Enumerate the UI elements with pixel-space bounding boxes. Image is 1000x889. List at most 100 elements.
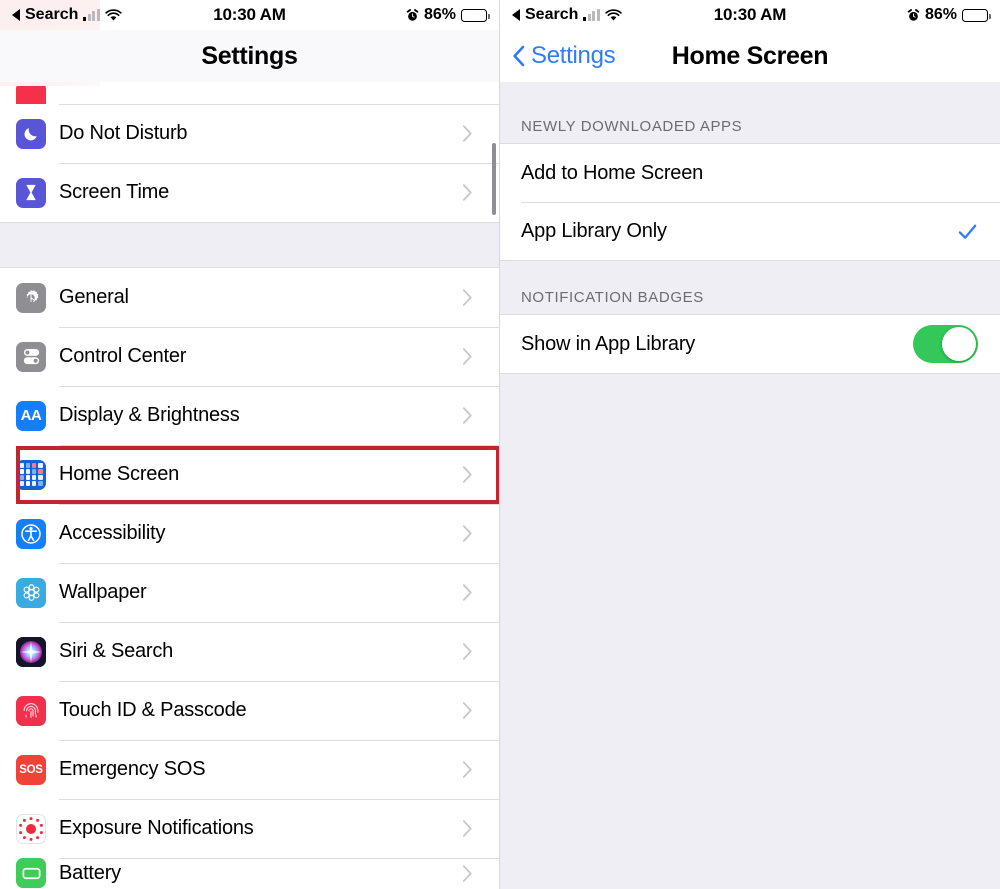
siri-icon [16,636,46,667]
scroll-indicator[interactable] [492,143,496,215]
alarm-clock-icon [907,8,920,21]
checkmark-icon [958,224,977,239]
status-bar-left-cluster: Search [12,6,213,24]
chevron-right-icon [462,761,472,778]
fingerprint-icon [16,695,46,726]
section-header-newly-downloaded-apps: NEWLY DOWNLOADED APPS [500,82,1000,143]
back-button-label: Settings [531,42,616,69]
battery-percent-label: 86% [423,6,457,23]
chevron-right-icon [462,466,472,483]
partial-red-icon [16,82,46,104]
group-newly-downloaded-apps: Add to Home Screen App Library Only [500,143,1000,261]
status-bar-time: 10:30 AM [713,5,787,24]
list-item-partial[interactable] [0,82,499,104]
back-triangle-icon[interactable] [12,9,20,21]
option-label: App Library Only [521,219,667,242]
carrier-back-label[interactable]: Search [25,6,78,24]
signal-bars-icon [583,9,600,21]
carrier-back-label[interactable]: Search [525,6,578,24]
back-button[interactable]: Settings [500,42,616,70]
sidebar-item-label: Battery [59,861,121,884]
sidebar-item-label: Emergency SOS [59,758,206,780]
sidebar-item-label: Screen Time [59,181,170,203]
sidebar-item-exposure-notifications[interactable]: Exposure Notifications [0,799,499,858]
sidebar-item-label: Display & Brightness [59,404,240,426]
chevron-right-icon [462,184,472,201]
chevron-right-icon [462,864,472,882]
sidebar-item-label: Control Center [59,345,187,367]
exposure-icon [16,813,46,844]
home-screen-grid-icon [16,459,46,490]
chevron-right-icon [462,348,472,365]
chevron-right-icon [462,643,472,660]
sidebar-item-label: Accessibility [59,522,166,544]
sidebar-item-label: General [59,286,129,308]
sidebar-item-accessibility[interactable]: Accessibility [0,504,499,563]
wifi-icon [605,8,622,21]
back-triangle-icon[interactable] [512,9,520,21]
status-bar-left-cluster: Search [512,6,714,24]
option-label: Add to Home Screen [521,161,704,184]
sidebar-item-display-brightness[interactable]: AA Display & Brightness [0,386,499,445]
sidebar-item-control-center[interactable]: Control Center [0,327,499,386]
sidebar-item-label: Do Not Disturb [59,122,188,144]
status-bar-time: 10:30 AM [213,5,286,24]
sidebar-item-battery[interactable]: Battery [0,858,499,888]
section-gap [0,222,499,268]
status-bar-right-cluster: 86% [786,6,992,24]
navbar-home-screen: Settings Home Screen [500,30,1000,82]
sidebar-item-home-screen[interactable]: Home Screen [0,445,499,504]
page-title: Settings [201,41,298,70]
chevron-left-icon [513,45,525,67]
navbar-settings: Settings [0,30,499,82]
sidebar-item-emergency-sos[interactable]: SOS Emergency SOS [0,740,499,799]
home-screen-settings-body: NEWLY DOWNLOADED APPS Add to Home Screen… [500,82,1000,889]
battery-percent-label: 86% [924,6,958,23]
status-bar-left: Search 10:30 AM 86% [0,0,499,30]
battery-app-icon [16,858,46,888]
battery-icon [962,8,992,22]
chevron-right-icon [462,125,472,142]
status-bar-right-cluster: 86% [286,6,491,24]
setting-show-in-app-library[interactable]: Show in App Library [500,315,1000,373]
toggle-knob [942,327,976,361]
option-app-library-only[interactable]: App Library Only [500,202,1000,260]
chevron-right-icon [462,289,472,306]
chevron-right-icon [462,407,472,424]
sidebar-item-label: Wallpaper [59,581,147,603]
signal-bars-icon [83,9,100,21]
chevron-right-icon [462,820,472,837]
chevron-right-icon [462,525,472,542]
sidebar-item-screen-time[interactable]: Screen Time [0,163,499,222]
wifi-icon [105,8,122,21]
toggles-icon [16,341,46,372]
sidebar-item-label: Exposure Notifications [59,817,254,839]
sidebar-item-label: Touch ID & Passcode [59,699,247,721]
section-header-notification-badges: NOTIFICATION BADGES [500,261,1000,314]
chevron-right-icon [462,584,472,601]
sidebar-item-touch-id-passcode[interactable]: Touch ID & Passcode [0,681,499,740]
setting-label: Show in App Library [521,332,696,355]
aa-icon: AA [16,400,46,431]
sidebar-item-siri-search[interactable]: Siri & Search [0,622,499,681]
settings-list-screen: Search 10:30 AM 86% Settings Do Not Dist… [0,0,500,889]
accessibility-icon [16,518,46,549]
dual-screenshot-container: Search 10:30 AM 86% Settings Do Not Dist… [0,0,1000,889]
sidebar-item-do-not-disturb[interactable]: Do Not Disturb [0,104,499,163]
sidebar-item-general[interactable]: General [0,268,499,327]
option-add-to-home-screen[interactable]: Add to Home Screen [500,144,1000,202]
show-in-app-library-toggle[interactable] [913,325,978,363]
flower-icon [16,577,46,608]
chevron-right-icon [462,702,472,719]
sidebar-item-label: Siri & Search [59,640,174,662]
status-bar-right: Search 10:30 AM 86% [500,0,1000,30]
battery-icon [461,8,491,22]
gear-icon [16,282,46,313]
sidebar-item-label: Home Screen [59,463,180,485]
home-screen-settings-screen: Search 10:30 AM 86% Settings Home Screen… [500,0,1000,889]
settings-list: Do Not Disturb Screen Time General Contr… [0,82,499,888]
group-notification-badges: Show in App Library [500,314,1000,374]
sidebar-item-wallpaper[interactable]: Wallpaper [0,563,499,622]
sos-icon: SOS [16,754,46,785]
hourglass-icon [16,177,46,208]
